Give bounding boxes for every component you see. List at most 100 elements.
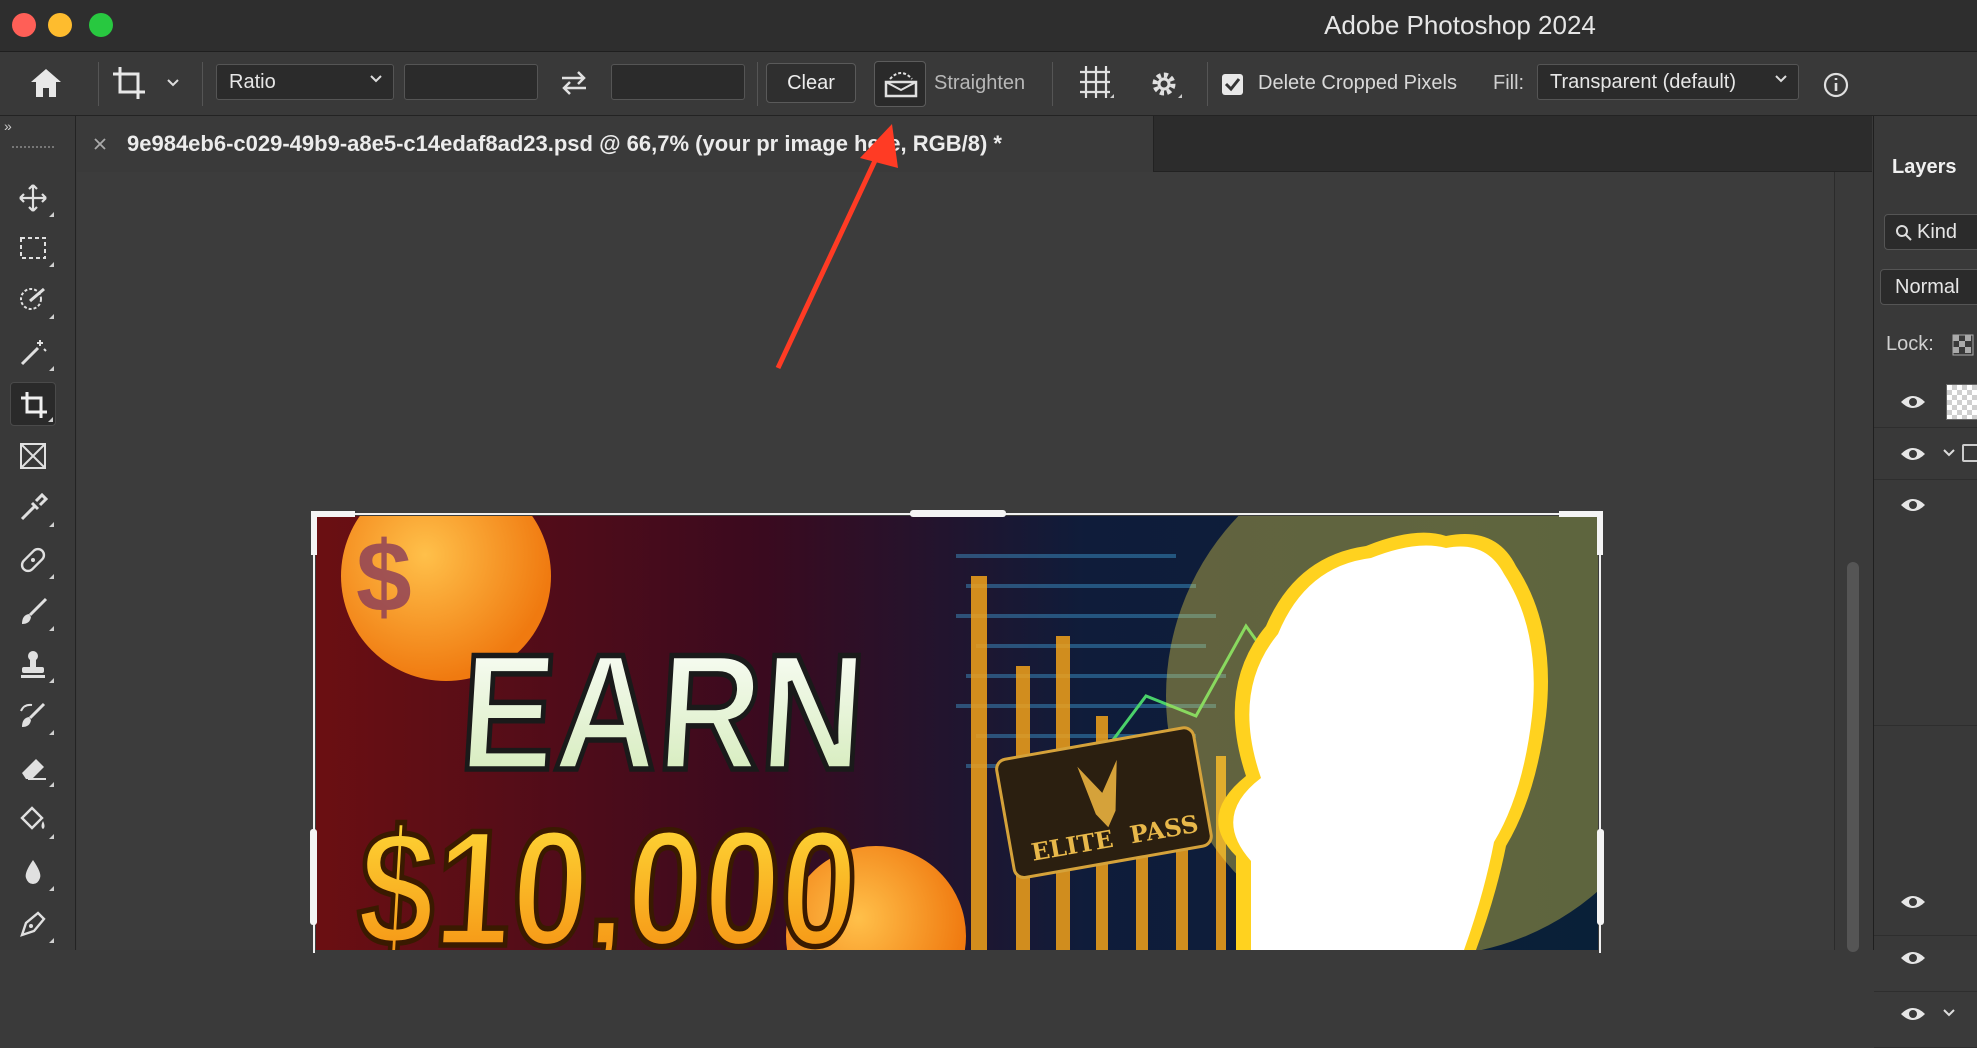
brush-icon — [22, 597, 48, 624]
tools-panel: » — [0, 116, 76, 950]
stamp-icon — [21, 651, 45, 678]
document-tab-bar: 9e984eb6-c029-49b9-a8e5-c14edaf8ad23.psd… — [77, 116, 1872, 172]
eye-icon[interactable] — [1900, 949, 1926, 967]
checker-lock-icon[interactable] — [1952, 334, 1974, 356]
layer-filter-label: Kind — [1917, 221, 1958, 243]
move-icon — [19, 184, 47, 212]
title-bar: Adobe Photoshop 2024 — [0, 0, 1977, 52]
eyedropper-tool[interactable] — [10, 486, 56, 530]
crop-options-bar: Ratio Clear Straighten Delete Cropped Pi… — [0, 52, 1977, 116]
chevron-down-icon — [167, 79, 179, 87]
eye-icon[interactable] — [1900, 445, 1926, 463]
quick-select-icon — [20, 287, 45, 310]
swap-icon — [562, 71, 586, 95]
history-brush-icon — [20, 702, 46, 727]
blend-mode-dropdown[interactable]: Normal — [1880, 269, 1977, 305]
chevron-down-icon[interactable] — [1942, 448, 1956, 458]
blend-mode-value: Normal — [1895, 276, 1960, 298]
ratio-dropdown[interactable]: Ratio — [216, 64, 394, 100]
pen-tool[interactable] — [10, 902, 56, 946]
crop-handle-top-middle[interactable] — [910, 510, 1006, 517]
blur-tool[interactable] — [10, 850, 56, 894]
straighten-button[interactable] — [874, 61, 926, 107]
layer-row[interactable] — [1874, 480, 1977, 726]
move-tool[interactable] — [10, 176, 56, 220]
fill-dropdown-value: Transparent (default) — [1550, 71, 1737, 93]
chevron-down-icon — [1775, 75, 1787, 83]
eye-icon[interactable] — [1900, 1005, 1926, 1023]
blur-icon — [25, 860, 41, 884]
crop-handle-right-middle[interactable] — [1597, 829, 1604, 925]
layer-group-row[interactable] — [1874, 996, 1977, 1048]
delete-cropped-label: Delete Cropped Pixels — [1258, 72, 1457, 94]
eye-icon[interactable] — [1900, 893, 1926, 911]
ratio-height-input[interactable] — [611, 64, 745, 100]
layer-filter-kind[interactable]: Kind — [1884, 214, 1977, 250]
folder-icon — [1962, 444, 1977, 462]
search-icon — [1896, 225, 1912, 241]
crop-handle-top-left[interactable] — [311, 511, 355, 555]
collapse-panel-button[interactable]: » — [4, 118, 12, 134]
marquee-tool[interactable] — [10, 226, 56, 270]
clone-stamp-tool[interactable] — [10, 642, 56, 686]
vertical-scrollbar[interactable] — [1834, 172, 1872, 952]
crop-handle-left-middle[interactable] — [310, 829, 317, 925]
swap-dimensions-button[interactable] — [556, 66, 592, 100]
paint-bucket-tool[interactable] — [10, 798, 56, 842]
history-brush-tool[interactable] — [10, 694, 56, 738]
healing-brush-tool[interactable] — [10, 538, 56, 582]
annotation-arrow — [775, 124, 898, 370]
layers-panel-title[interactable]: Layers — [1892, 156, 1957, 179]
magic-wand-tool[interactable] — [10, 330, 56, 374]
document-tab[interactable]: 9e984eb6-c029-49b9-a8e5-c14edaf8ad23.psd… — [77, 116, 1154, 172]
check-icon — [1224, 78, 1241, 92]
toolbar-grip[interactable] — [12, 146, 54, 152]
info-button[interactable] — [1822, 71, 1850, 99]
fill-dropdown[interactable]: Transparent (default) — [1537, 64, 1799, 100]
crop-frame[interactable] — [310, 510, 1604, 953]
overlay-options-button[interactable] — [1076, 64, 1116, 104]
clear-button[interactable]: Clear — [766, 63, 856, 103]
crop-settings-button[interactable] — [1146, 66, 1186, 104]
eye-icon[interactable] — [1900, 393, 1926, 411]
delete-cropped-checkbox[interactable] — [1222, 74, 1243, 95]
layer-row[interactable] — [1874, 884, 1977, 936]
frame-tool[interactable] — [10, 434, 56, 478]
close-window-button[interactable] — [12, 13, 36, 37]
layer-row[interactable] — [1874, 940, 1977, 992]
healing-icon — [20, 547, 46, 573]
lock-label: Lock: — [1886, 333, 1934, 355]
layer-group-row[interactable] — [1874, 428, 1977, 480]
eraser-tool[interactable] — [10, 746, 56, 790]
eye-icon[interactable] — [1900, 496, 1926, 514]
straighten-icon — [884, 72, 918, 98]
maximize-window-button[interactable] — [89, 13, 113, 37]
chevron-down-icon[interactable] — [1942, 1008, 1956, 1018]
ratio-dropdown-label: Ratio — [229, 71, 276, 93]
home-button[interactable] — [28, 66, 68, 102]
ratio-width-input[interactable] — [404, 64, 538, 100]
home-icon — [31, 69, 61, 97]
pen-icon — [20, 911, 46, 937]
frame-icon — [20, 443, 46, 469]
chevron-down-icon — [370, 75, 382, 83]
app-title: Adobe Photoshop 2024 — [1324, 10, 1596, 40]
marquee-icon — [20, 237, 46, 259]
eraser-icon — [22, 759, 46, 780]
minimize-window-button[interactable] — [48, 13, 72, 37]
crop-icon — [21, 392, 47, 418]
brush-tool[interactable] — [10, 590, 56, 634]
bucket-icon — [20, 806, 45, 830]
close-tab-icon[interactable] — [93, 137, 107, 151]
object-selection-tool[interactable] — [10, 278, 56, 322]
crop-tool[interactable] — [10, 382, 56, 426]
crop-handle-top-right[interactable] — [1559, 511, 1603, 555]
gear-icon — [1152, 72, 1182, 98]
crop-tool-preset-picker[interactable] — [110, 64, 186, 104]
info-icon — [1823, 72, 1849, 98]
straighten-label: Straighten — [934, 72, 1026, 94]
grid-overlay-icon — [1080, 66, 1114, 98]
layer-row[interactable] — [1874, 376, 1977, 428]
scrollbar-thumb[interactable] — [1847, 562, 1859, 952]
fill-label: Fill: — [1493, 72, 1525, 94]
